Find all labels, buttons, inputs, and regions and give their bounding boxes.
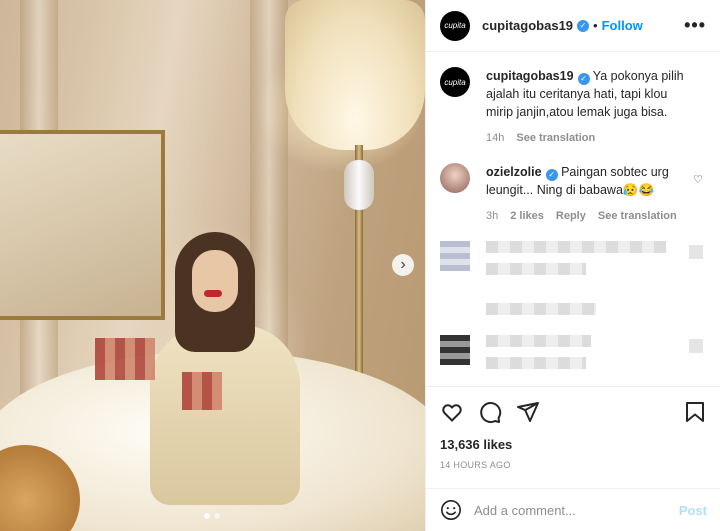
censor-blur [182, 372, 222, 410]
avatar-logo-text: cupita [444, 77, 466, 87]
comment-time[interactable]: 3h [486, 207, 498, 225]
carousel-dot [204, 513, 210, 519]
comment-username[interactable]: ozielzolie [486, 165, 542, 179]
verified-badge-icon: ✓ [545, 169, 558, 181]
photo-person-body [150, 325, 300, 505]
send-icon[interactable] [516, 400, 540, 424]
reply-button[interactable]: Reply [556, 207, 586, 225]
post-timestamp[interactable]: 14 HOURS AGO [440, 460, 707, 470]
see-translation-link[interactable]: See translation [598, 207, 677, 225]
photo-lamp-shade [285, 0, 425, 150]
verified-badge-icon: ✓ [577, 73, 590, 85]
photo-mirror-frame [0, 130, 165, 320]
blurred-text [486, 263, 586, 275]
caption-username[interactable]: cupitagobas19 [486, 69, 574, 83]
post-header: cupita cupitagobas19 ✓ • Follow ••• [426, 0, 720, 52]
header-separator: • [593, 18, 598, 33]
post-side-panel: cupita cupitagobas19 ✓ • Follow ••• cupi… [425, 0, 720, 531]
comment-like-heart-icon[interactable]: ♡ [693, 173, 703, 186]
comment-icon[interactable] [478, 400, 502, 424]
caption-avatar[interactable]: cupita [440, 67, 470, 97]
carousel-indicator [204, 513, 220, 519]
carousel-dot [214, 513, 220, 519]
heart-icon[interactable] [440, 400, 464, 424]
post-comment-button[interactable]: Post [679, 503, 707, 518]
next-slide-button[interactable]: › [392, 254, 414, 276]
blurred-heart-icon [689, 339, 703, 353]
blurred-heart-icon [689, 245, 703, 259]
comment-composer: Post [426, 488, 720, 531]
post-actions: 13,636 likes 14 HOURS AGO [426, 386, 720, 470]
photo-person-lips [204, 290, 222, 297]
comment-input[interactable] [474, 502, 679, 518]
blurred-avatar [440, 241, 470, 271]
blurred-comment [440, 335, 707, 379]
photo-person-face [192, 250, 238, 312]
post-photo[interactable]: › [0, 0, 425, 531]
author-avatar[interactable]: cupita [440, 10, 470, 41]
censor-blur [95, 338, 155, 380]
comment-item: ozielzolie ✓ Paingan sobtec urg leungit..… [440, 163, 707, 225]
blurred-text [486, 335, 591, 347]
commenter-avatar[interactable] [440, 163, 470, 193]
likes-count[interactable]: 13,636 likes [440, 437, 707, 452]
blurred-text [486, 241, 666, 253]
bookmark-icon[interactable] [683, 400, 707, 424]
see-translation-link[interactable]: See translation [516, 129, 595, 147]
photo-lamp-knob [344, 160, 374, 210]
more-options-icon[interactable]: ••• [684, 15, 706, 36]
avatar-logo-text: cupita [444, 21, 466, 30]
follow-button[interactable]: Follow [602, 18, 643, 33]
caption: cupita cupitagobas19 ✓ Ya pokonya pilih a… [440, 67, 707, 147]
caption-time[interactable]: 14h [486, 129, 504, 147]
blurred-avatar [440, 335, 470, 365]
comments-list[interactable]: cupita cupitagobas19 ✓ Ya pokonya pilih a… [426, 53, 720, 385]
author-username[interactable]: cupitagobas19 [482, 18, 573, 33]
blurred-comment [440, 241, 707, 325]
verified-badge-icon: ✓ [577, 19, 590, 32]
emoji-icon[interactable] [440, 499, 462, 521]
blurred-text [486, 357, 586, 369]
chevron-right-icon: › [400, 256, 406, 273]
comment-likes[interactable]: 2 likes [510, 207, 544, 225]
blurred-text [486, 303, 596, 315]
